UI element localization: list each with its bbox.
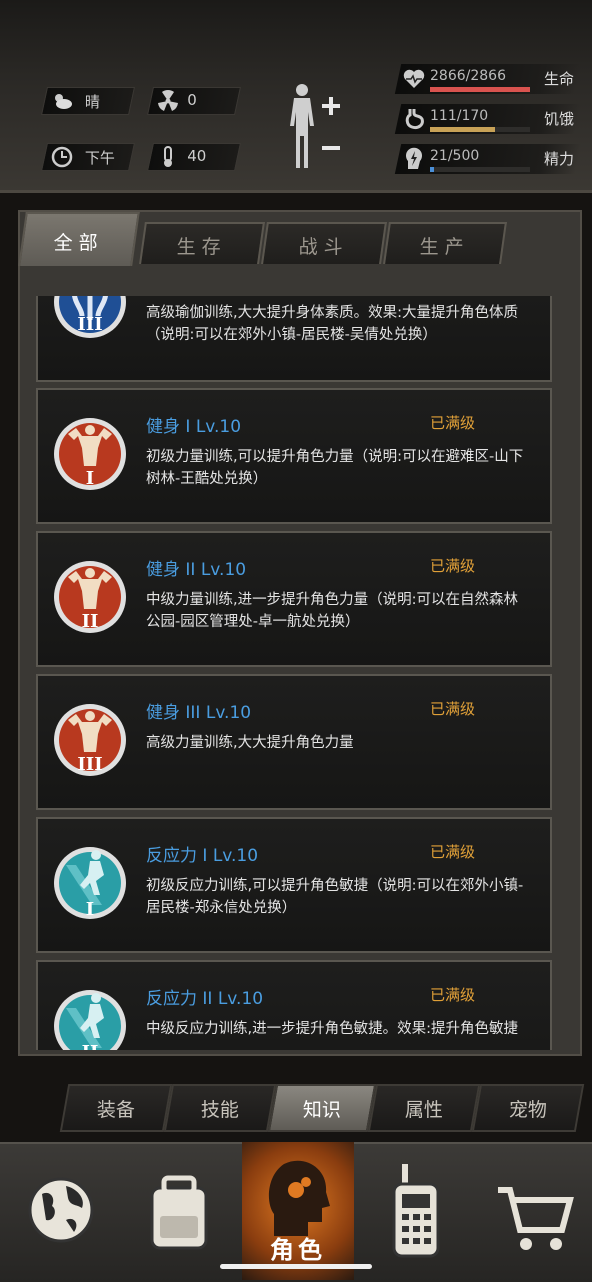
radiation-stat: 0 (147, 87, 241, 115)
hunger-bar: 111/170 饥饿 (394, 104, 582, 134)
knowledge-desc: 中级反应力训练,进一步提升角色敏捷。效果:提升角色敏捷 (146, 1021, 518, 1037)
radiation-icon (158, 90, 178, 111)
cloud-sun-icon (55, 94, 72, 109)
tab-all[interactable]: 全部 (18, 212, 140, 266)
clock-icon (51, 146, 73, 168)
hunger-label: 饥饿 (544, 110, 575, 128)
yoga-icon: III (54, 296, 126, 338)
fitness-icon: III (54, 704, 126, 776)
backpack-icon[interactable] (124, 1150, 234, 1270)
fitness-icon: II (54, 561, 126, 633)
list-item[interactable]: III 高级瑜伽训练,大大提升身体素质。效果:大量提升角色体质（说明:可以在郊外… (36, 296, 552, 382)
knowledge-level: 已满级 (430, 557, 476, 575)
knowledge-level: 已满级 (430, 986, 476, 1004)
character-head-icon (268, 1160, 330, 1236)
knowledge-name: 反应力 I Lv.10 (146, 846, 259, 866)
temperature-stat: 40 (147, 143, 241, 171)
body-figure-icon (290, 84, 314, 168)
badge-roman: II (82, 1042, 99, 1050)
subnav-pets[interactable]: 宠物 (471, 1084, 585, 1132)
health-fill (430, 87, 530, 92)
knowledge-desc: 高级瑜伽训练,大大提升身体素质。效果:大量提升角色体质（说明:可以在郊外小镇-居… (146, 305, 518, 343)
temperature-value: 40 (187, 147, 207, 165)
plus-minus-icon (322, 97, 340, 150)
subnav-skills-label: 技能 (200, 1099, 239, 1121)
globe-icon[interactable] (6, 1150, 116, 1270)
subnav-pets-label: 宠物 (508, 1099, 547, 1121)
stomach-icon (405, 109, 424, 129)
knowledge-desc: 中级力量训练,进一步提升角色力量（说明:可以在自然森林公园-园区管理处-卓一航处… (146, 592, 518, 630)
tab-combat-label: 战斗 (298, 236, 349, 258)
list-item[interactable]: III 健身 III Lv.10 已满级 高级力量训练,大大提升角色力量 (36, 674, 552, 810)
knowledge-desc: 高级力量训练,大大提升角色力量 (146, 735, 354, 751)
time-text: 下午 (84, 149, 115, 167)
knowledge-name: 健身 II Lv.10 (146, 560, 247, 580)
health-label: 生命 (544, 70, 575, 88)
walkie-talkie-icon[interactable] (360, 1150, 470, 1270)
badge-roman: II (82, 611, 99, 632)
knowledge-name: 健身 I Lv.10 (146, 417, 242, 437)
knowledge-name: 健身 III Lv.10 (146, 703, 252, 723)
knowledge-level: 已满级 (430, 843, 476, 861)
home-indicator (220, 1264, 372, 1269)
knowledge-desc: 初级反应力训练,可以提升角色敏捷（说明:可以在郊外小镇-居民楼-郑永信处兑换） (146, 878, 524, 916)
energy-fill (430, 167, 435, 172)
energy-value: 21/500 (430, 148, 480, 164)
list-item[interactable]: I 健身 I Lv.10 已满级 初级力量训练,可以提升角色力量（说明:可以在避… (36, 388, 552, 524)
thermometer-icon (164, 146, 172, 167)
nav-character-active[interactable]: 角色 (242, 1142, 354, 1280)
energy-bar: 21/500 精力 (394, 144, 582, 174)
health-bar: 2866/2866 生命 (394, 64, 582, 94)
badge-roman: III (77, 314, 102, 335)
subnav-equipment[interactable]: 装备 (59, 1084, 173, 1132)
heart-icon (403, 69, 425, 88)
tab-all-label: 全部 (53, 232, 104, 254)
list-item[interactable]: II 健身 II Lv.10 已满级 中级力量训练,进一步提升角色力量（说明:可… (36, 531, 552, 667)
nav-character-label: 角色 (270, 1236, 326, 1264)
character-body-button[interactable] (284, 82, 344, 170)
subnav-equipment-label: 装备 (96, 1099, 135, 1121)
weather-text: 晴 (84, 93, 100, 111)
hunger-value: 111/170 (430, 108, 489, 124)
brain-lightning-icon (406, 147, 422, 169)
shopping-cart-icon[interactable] (480, 1150, 590, 1270)
tab-combat[interactable]: 战斗 (261, 222, 387, 264)
weather-stat: 晴 (41, 87, 135, 115)
knowledge-level: 已满级 (430, 414, 476, 432)
energy-label: 精力 (544, 150, 575, 168)
health-value: 2866/2866 (430, 68, 506, 84)
badge-roman: I (86, 899, 94, 920)
tab-production-label: 生产 (419, 236, 470, 258)
subnav-attributes-label: 属性 (404, 1099, 443, 1121)
tab-survival-label: 生存 (176, 236, 227, 258)
knowledge-list[interactable]: III 高级瑜伽训练,大大提升身体素质。效果:大量提升角色体质（说明:可以在郊外… (36, 296, 552, 1050)
time-stat: 下午 (41, 143, 135, 171)
fitness-icon: I (54, 418, 126, 490)
subnav-knowledge[interactable]: 知识 (267, 1084, 377, 1132)
badge-roman: I (86, 468, 94, 489)
reflex-icon: I (54, 847, 126, 920)
knowledge-desc: 初级力量训练,可以提升角色力量（说明:可以在避难区-山下树林-王酷处兑换） (146, 449, 524, 487)
subnav-attributes[interactable]: 属性 (367, 1084, 481, 1132)
radiation-value: 0 (187, 91, 197, 109)
tab-survival[interactable]: 生存 (139, 222, 265, 264)
knowledge-name: 反应力 II Lv.10 (146, 989, 264, 1009)
subnav-skills[interactable]: 技能 (163, 1084, 277, 1132)
list-item[interactable]: I 反应力 I Lv.10 已满级 初级反应力训练,可以提升角色敏捷（说明:可以… (36, 817, 552, 953)
badge-roman: III (77, 754, 102, 775)
hunger-fill (430, 127, 496, 132)
tab-production[interactable]: 生产 (383, 222, 507, 264)
reflex-icon: II (54, 990, 126, 1050)
list-item[interactable]: II 反应力 II Lv.10 已满级 中级反应力训练,进一步提升角色敏捷。效果… (36, 960, 552, 1050)
knowledge-level: 已满级 (430, 700, 476, 718)
subnav-knowledge-label: 知识 (302, 1099, 341, 1121)
